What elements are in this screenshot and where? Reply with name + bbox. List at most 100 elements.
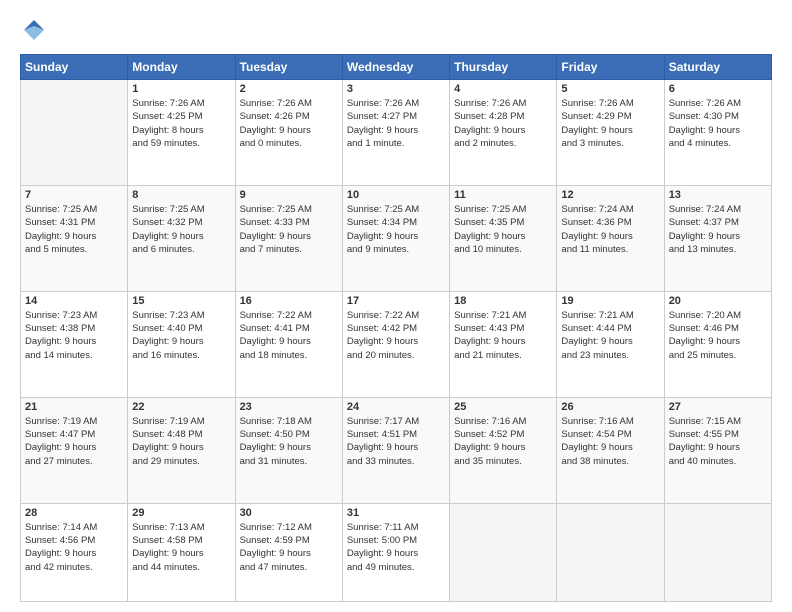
day-number: 15	[132, 295, 230, 307]
calendar-cell: 18 Sunrise: 7:21 AMSunset: 4:43 PMDayligh…	[450, 291, 557, 397]
calendar-cell	[664, 503, 771, 601]
day-info: Sunrise: 7:25 AMSunset: 4:32 PMDaylight:…	[132, 203, 230, 256]
day-number: 1	[132, 83, 230, 95]
day-info: Sunrise: 7:16 AMSunset: 4:54 PMDaylight:…	[561, 415, 659, 468]
calendar-cell: 19 Sunrise: 7:21 AMSunset: 4:44 PMDayligh…	[557, 291, 664, 397]
day-info: Sunrise: 7:26 AMSunset: 4:29 PMDaylight:…	[561, 97, 659, 150]
calendar-week-row: 21 Sunrise: 7:19 AMSunset: 4:47 PMDayligh…	[21, 397, 772, 503]
day-number: 12	[561, 189, 659, 201]
day-info: Sunrise: 7:23 AMSunset: 4:40 PMDaylight:…	[132, 309, 230, 362]
calendar-cell: 29 Sunrise: 7:13 AMSunset: 4:58 PMDayligh…	[128, 503, 235, 601]
day-number: 16	[240, 295, 338, 307]
calendar-cell: 23 Sunrise: 7:18 AMSunset: 4:50 PMDayligh…	[235, 397, 342, 503]
calendar-table: SundayMondayTuesdayWednesdayThursdayFrid…	[20, 54, 772, 602]
calendar-cell: 5 Sunrise: 7:26 AMSunset: 4:29 PMDaylight…	[557, 80, 664, 186]
day-number: 29	[132, 507, 230, 519]
day-number: 9	[240, 189, 338, 201]
calendar-cell: 11Sunrise: 7:25 AMSunset: 4:35 PMDayligh…	[450, 185, 557, 291]
calendar-cell: 2 Sunrise: 7:26 AMSunset: 4:26 PMDaylight…	[235, 80, 342, 186]
calendar-cell: 13 Sunrise: 7:24 AMSunset: 4:37 PMDayligh…	[664, 185, 771, 291]
day-info: Sunrise: 7:22 AMSunset: 4:42 PMDaylight:…	[347, 309, 445, 362]
day-number: 25	[454, 401, 552, 413]
calendar-cell: 26 Sunrise: 7:16 AMSunset: 4:54 PMDayligh…	[557, 397, 664, 503]
day-number: 13	[669, 189, 767, 201]
calendar-day-header: Sunday	[21, 55, 128, 80]
day-info: Sunrise: 7:20 AMSunset: 4:46 PMDaylight:…	[669, 309, 767, 362]
day-number: 5	[561, 83, 659, 95]
calendar-cell: 27 Sunrise: 7:15 AMSunset: 4:55 PMDayligh…	[664, 397, 771, 503]
calendar-header-row: SundayMondayTuesdayWednesdayThursdayFrid…	[21, 55, 772, 80]
day-number: 26	[561, 401, 659, 413]
day-number: 11	[454, 189, 552, 201]
calendar-cell: 15 Sunrise: 7:23 AMSunset: 4:40 PMDayligh…	[128, 291, 235, 397]
day-info: Sunrise: 7:14 AMSunset: 4:56 PMDaylight:…	[25, 521, 123, 574]
calendar-cell: 30Sunrise: 7:12 AMSunset: 4:59 PMDayligh…	[235, 503, 342, 601]
calendar-cell: 24Sunrise: 7:17 AMSunset: 4:51 PMDayligh…	[342, 397, 449, 503]
calendar-day-header: Wednesday	[342, 55, 449, 80]
calendar-cell: 25 Sunrise: 7:16 AMSunset: 4:52 PMDayligh…	[450, 397, 557, 503]
logo-icon	[20, 16, 48, 44]
calendar-week-row: 14Sunrise: 7:23 AMSunset: 4:38 PMDayligh…	[21, 291, 772, 397]
calendar-cell	[450, 503, 557, 601]
calendar-cell	[21, 80, 128, 186]
day-number: 23	[240, 401, 338, 413]
calendar-cell	[557, 503, 664, 601]
day-info: Sunrise: 7:26 AMSunset: 4:30 PMDaylight:…	[669, 97, 767, 150]
day-number: 19	[561, 295, 659, 307]
calendar-week-row: 7 Sunrise: 7:25 AMSunset: 4:31 PMDaylight…	[21, 185, 772, 291]
calendar-cell: 3 Sunrise: 7:26 AMSunset: 4:27 PMDaylight…	[342, 80, 449, 186]
day-info: Sunrise: 7:25 AMSunset: 4:34 PMDaylight:…	[347, 203, 445, 256]
day-info: Sunrise: 7:16 AMSunset: 4:52 PMDaylight:…	[454, 415, 552, 468]
day-info: Sunrise: 7:25 AMSunset: 4:33 PMDaylight:…	[240, 203, 338, 256]
calendar-cell: 31 Sunrise: 7:11 AMSunset: 5:00 PMDayligh…	[342, 503, 449, 601]
day-number: 7	[25, 189, 123, 201]
page: SundayMondayTuesdayWednesdayThursdayFrid…	[0, 0, 792, 612]
day-number: 22	[132, 401, 230, 413]
logo	[20, 16, 52, 46]
day-info: Sunrise: 7:18 AMSunset: 4:50 PMDaylight:…	[240, 415, 338, 468]
day-info: Sunrise: 7:26 AMSunset: 4:27 PMDaylight:…	[347, 97, 445, 150]
calendar-cell: 4Sunrise: 7:26 AMSunset: 4:28 PMDaylight…	[450, 80, 557, 186]
day-info: Sunrise: 7:11 AMSunset: 5:00 PMDaylight:…	[347, 521, 445, 574]
calendar-cell: 20 Sunrise: 7:20 AMSunset: 4:46 PMDayligh…	[664, 291, 771, 397]
day-info: Sunrise: 7:19 AMSunset: 4:48 PMDaylight:…	[132, 415, 230, 468]
day-info: Sunrise: 7:22 AMSunset: 4:41 PMDaylight:…	[240, 309, 338, 362]
day-number: 8	[132, 189, 230, 201]
day-number: 17	[347, 295, 445, 307]
day-info: Sunrise: 7:24 AMSunset: 4:37 PMDaylight:…	[669, 203, 767, 256]
day-number: 27	[669, 401, 767, 413]
day-number: 6	[669, 83, 767, 95]
day-info: Sunrise: 7:21 AMSunset: 4:44 PMDaylight:…	[561, 309, 659, 362]
day-info: Sunrise: 7:15 AMSunset: 4:55 PMDaylight:…	[669, 415, 767, 468]
day-number: 20	[669, 295, 767, 307]
day-number: 28	[25, 507, 123, 519]
calendar-day-header: Thursday	[450, 55, 557, 80]
calendar-day-header: Monday	[128, 55, 235, 80]
calendar-cell: 14Sunrise: 7:23 AMSunset: 4:38 PMDayligh…	[21, 291, 128, 397]
calendar-week-row: 28 Sunrise: 7:14 AMSunset: 4:56 PMDayligh…	[21, 503, 772, 601]
day-info: Sunrise: 7:13 AMSunset: 4:58 PMDaylight:…	[132, 521, 230, 574]
calendar-day-header: Friday	[557, 55, 664, 80]
calendar-day-header: Saturday	[664, 55, 771, 80]
day-info: Sunrise: 7:23 AMSunset: 4:38 PMDaylight:…	[25, 309, 123, 362]
day-info: Sunrise: 7:19 AMSunset: 4:47 PMDaylight:…	[25, 415, 123, 468]
day-number: 21	[25, 401, 123, 413]
day-info: Sunrise: 7:21 AMSunset: 4:43 PMDaylight:…	[454, 309, 552, 362]
calendar-cell: 6 Sunrise: 7:26 AMSunset: 4:30 PMDaylight…	[664, 80, 771, 186]
calendar-cell: 1Sunrise: 7:26 AMSunset: 4:25 PMDaylight…	[128, 80, 235, 186]
day-number: 18	[454, 295, 552, 307]
day-info: Sunrise: 7:26 AMSunset: 4:26 PMDaylight:…	[240, 97, 338, 150]
calendar-day-header: Tuesday	[235, 55, 342, 80]
day-number: 3	[347, 83, 445, 95]
calendar-cell: 22 Sunrise: 7:19 AMSunset: 4:48 PMDayligh…	[128, 397, 235, 503]
calendar-cell: 17 Sunrise: 7:22 AMSunset: 4:42 PMDayligh…	[342, 291, 449, 397]
day-number: 31	[347, 507, 445, 519]
calendar-cell: 10Sunrise: 7:25 AMSunset: 4:34 PMDayligh…	[342, 185, 449, 291]
day-info: Sunrise: 7:25 AMSunset: 4:31 PMDaylight:…	[25, 203, 123, 256]
day-number: 2	[240, 83, 338, 95]
calendar-cell: 21 Sunrise: 7:19 AMSunset: 4:47 PMDayligh…	[21, 397, 128, 503]
calendar-cell: 9 Sunrise: 7:25 AMSunset: 4:33 PMDaylight…	[235, 185, 342, 291]
calendar-cell: 28 Sunrise: 7:14 AMSunset: 4:56 PMDayligh…	[21, 503, 128, 601]
header	[20, 16, 772, 46]
day-number: 30	[240, 507, 338, 519]
